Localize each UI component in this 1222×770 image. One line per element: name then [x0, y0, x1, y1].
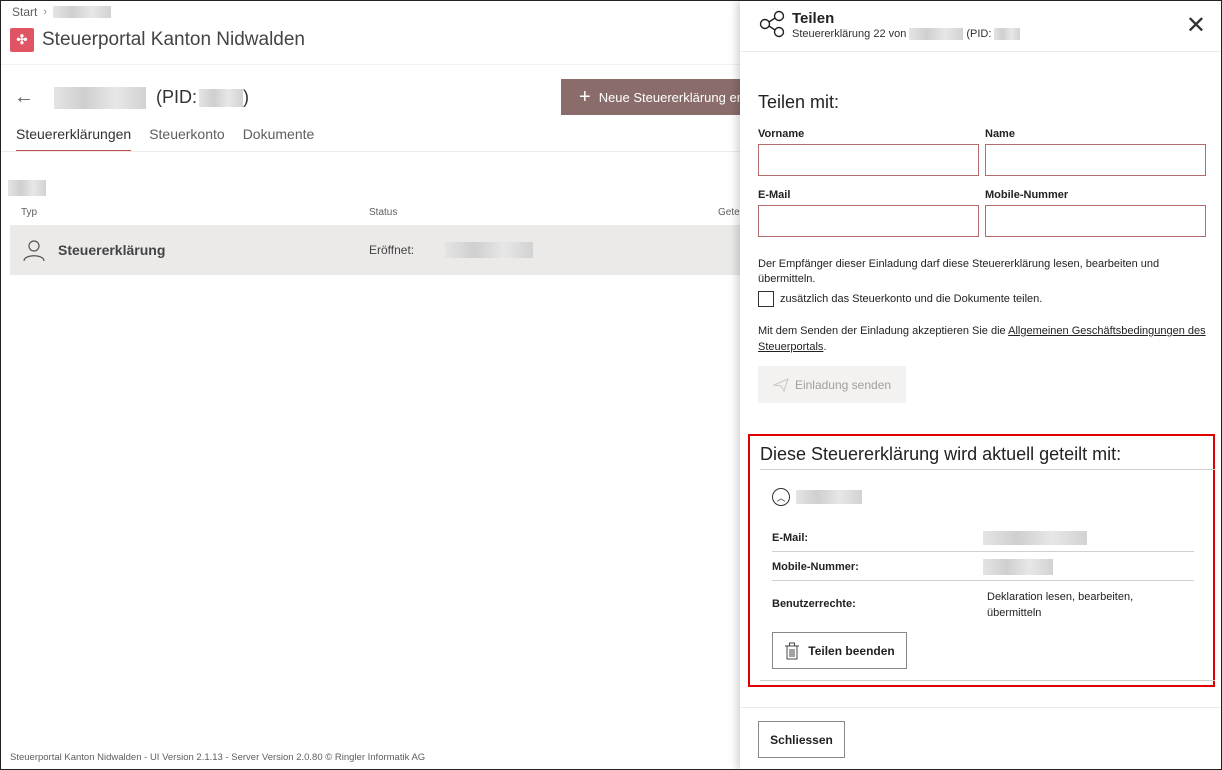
new-tax-return-label: Neue Steuererklärung eröf [598, 89, 741, 105]
column-header-shared: Getei [718, 207, 742, 218]
share-panel: Teilen Steuererklärung 22 von (PID: ✕ Te… [740, 0, 1222, 770]
panel-footer-divider [740, 707, 1222, 708]
app-title: Steuerportal Kanton Nidwalden [42, 29, 306, 50]
header-divider [0, 64, 740, 65]
owner-name-redacted [909, 28, 964, 40]
tab-steuerkonto[interactable]: Steuerkonto [149, 126, 225, 152]
new-tax-return-button[interactable]: + Neue Steuererklärung eröf [561, 79, 741, 115]
vorname-field[interactable] [758, 144, 979, 176]
tabs-divider [0, 151, 740, 152]
vorname-label: Vorname [758, 128, 805, 140]
panel-subtitle-prefix: Steuererklärung 22 von [792, 28, 907, 40]
share-all-checkbox[interactable] [758, 291, 774, 307]
shared-email-redacted [983, 531, 1087, 545]
canton-logo: ✣ [10, 28, 34, 52]
table-row[interactable]: Steuererklärung Eröffnet: [10, 225, 740, 275]
chevron-up-icon[interactable]: ︿ [772, 488, 790, 506]
panel-subtitle-pid: (PID: [966, 28, 992, 40]
tab-bar: Steuererklärungen Steuerkonto Dokumente [16, 126, 314, 152]
share-all-label: zusätzlich das Steuerkonto und die Dokum… [780, 293, 1043, 305]
tab-dokumente[interactable]: Dokumente [243, 126, 315, 152]
breadcrumb-start[interactable]: Start [12, 5, 37, 19]
currently-shared-divider [760, 469, 1215, 470]
year-redacted [8, 180, 46, 196]
terms-text: Mit dem Senden der Einladung akzeptieren… [758, 323, 1208, 355]
recipient-info-text: Der Empfänger dieser Einladung darf dies… [758, 258, 1160, 285]
shared-email-label: E-Mail: [772, 532, 809, 544]
background-page: Start › ✣ Steuerportal Kanton Nidwalden … [0, 0, 742, 770]
mobile-field[interactable] [985, 205, 1206, 237]
app-header: ✣ Steuerportal Kanton Nidwalden [10, 28, 305, 52]
row-status: Eröffnet: [369, 243, 415, 257]
breadcrumb: Start › [12, 5, 112, 19]
email-label: E-Mail [758, 189, 791, 201]
trash-icon [785, 642, 800, 659]
shared-rights-label: Benutzerrechte: [772, 598, 856, 610]
breadcrumb-redacted [53, 6, 112, 18]
terms-suffix: . [823, 341, 827, 353]
name-field[interactable] [985, 144, 1206, 176]
chevron-right-icon: › [43, 6, 48, 18]
shared-rights-value: Deklaration lesen, bearbeiten, übermitte… [987, 591, 1134, 619]
share-all-option: zusätzlich das Steuerkonto und die Dokum… [758, 291, 1042, 307]
currently-shared-heading: Diese Steuererklärung wird aktuell getei… [760, 444, 1122, 464]
row-type: Steuererklärung [58, 242, 166, 258]
pid-redacted [199, 88, 244, 107]
send-invitation-button[interactable]: Einladung senden [758, 366, 906, 403]
name-label: Name [985, 128, 1015, 140]
panel-pid-redacted [994, 28, 1021, 40]
currently-shared-section: Diese Steuererklärung wird aktuell getei… [748, 434, 1215, 687]
close-button[interactable]: Schliessen [758, 721, 845, 758]
back-arrow-icon[interactable]: ← [14, 86, 34, 109]
detail-divider [772, 580, 1194, 581]
share-with-heading: Teilen mit: [758, 92, 840, 112]
pid-close: ) [243, 87, 250, 107]
shared-mobile-label: Mobile-Nummer: [772, 561, 859, 573]
end-sharing-button[interactable]: Teilen beenden [772, 632, 907, 669]
shared-person-redacted [796, 490, 862, 504]
end-sharing-label: Teilen beenden [808, 643, 895, 658]
column-header-type: Typ [21, 207, 38, 218]
terms-prefix: Mit dem Senden der Einladung akzeptieren… [758, 325, 1009, 337]
panel-subtitle: Steuererklärung 22 von (PID: [792, 28, 1021, 40]
send-icon [772, 377, 789, 392]
row-status-date-redacted [445, 242, 533, 258]
detail-divider [772, 551, 1194, 552]
shared-mobile-redacted [983, 559, 1053, 575]
shared-entry-header[interactable]: ︿ [772, 488, 862, 506]
panel-title: Teilen [792, 10, 835, 27]
page-title-row: ← (PID: ) [14, 86, 249, 109]
shared-bottom-divider [760, 680, 1215, 681]
person-icon [23, 240, 45, 262]
share-icon [759, 10, 785, 38]
pid-label: (PID: [156, 87, 198, 107]
mobile-label: Mobile-Nummer [985, 189, 1069, 201]
column-header-status: Status [369, 207, 398, 218]
panel-header: Teilen Steuererklärung 22 von (PID: [758, 10, 1021, 40]
tab-steuererklaerungen[interactable]: Steuererklärungen [16, 126, 132, 152]
panel-header-divider [740, 51, 1222, 52]
taxpayer-name-redacted [54, 86, 146, 109]
send-invitation-label: Einladung senden [794, 377, 892, 392]
close-icon[interactable]: ✕ [1186, 14, 1206, 38]
email-field[interactable] [758, 205, 979, 237]
footer-text: Steuerportal Kanton Nidwalden - UI Versi… [10, 752, 426, 763]
plus-icon: + [579, 85, 591, 108]
